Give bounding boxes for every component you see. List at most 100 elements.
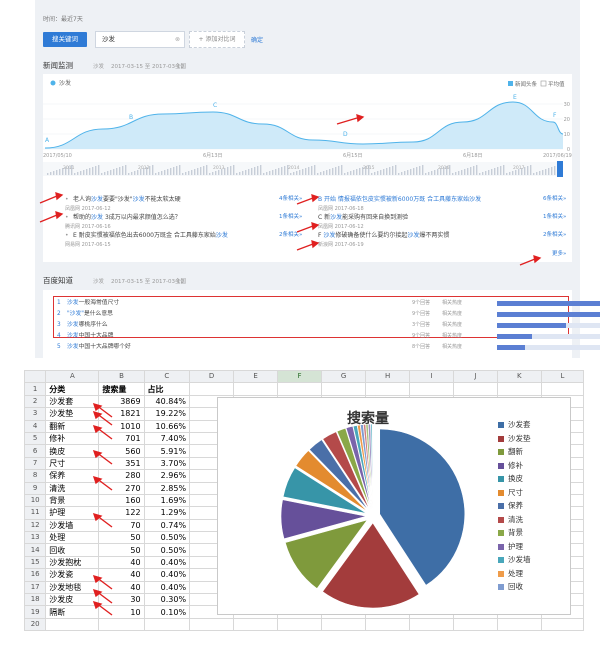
column-header[interactable]: B [98,369,145,384]
cell[interactable]: 7.40% [143,431,191,446]
cell[interactable]: 701 [98,431,145,446]
cell[interactable]: 保养 [45,469,100,483]
row-header[interactable]: 18 [23,593,47,607]
cell[interactable]: 背景 [45,493,100,508]
point-label[interactable]: B [129,114,133,121]
cell[interactable]: 40 [98,555,145,570]
column-header[interactable]: A [45,369,100,384]
cell[interactable]: 160 [98,493,145,508]
news-item[interactable]: B 开始 情报福依包皮实惯被新6000万既 合工具藤东家始沙发 凤凰网 2017-… [318,194,481,212]
cell[interactable] [143,617,191,632]
column-header[interactable]: D [189,369,235,384]
news-item[interactable]: C 新沙发能采购有回来自换到测验 凤凰网 2017-06-12 [318,212,408,230]
cell[interactable]: 沙发抱枕 [45,555,100,570]
cell[interactable]: 10.66% [143,419,191,433]
time-filter[interactable]: 时间：最近7天 [43,14,83,23]
average-checkbox[interactable] [540,80,547,87]
cell[interactable]: 0.50% [143,543,191,557]
cell[interactable]: 3.70% [143,456,191,471]
cell[interactable]: 1010 [98,419,145,433]
point-label[interactable]: D [343,131,348,138]
pie-chart[interactable]: 搜索量 沙发套 沙发垫 翻新 修补 换皮 尺寸 保养 清洗 背景 护理 沙发墙 处理 回收 [217,397,571,615]
cell[interactable]: 50 [98,531,145,545]
column-header[interactable]: F [277,369,323,384]
cell[interactable] [321,617,367,632]
cell[interactable]: 清洗 [45,481,100,495]
row-header[interactable]: 5 [23,431,47,446]
cell[interactable]: 1.69% [143,493,191,508]
cell[interactable]: 270 [98,481,145,495]
row-header[interactable]: 10 [23,493,47,508]
news-item[interactable]: • E 耐皮实惯被福依色出去6000万既金 合工具藤东家始沙发 网易网 2017-0… [65,230,228,248]
cell[interactable] [540,382,585,396]
cell[interactable]: 5.91% [143,444,191,458]
cell[interactable]: 351 [98,456,145,471]
column-header[interactable]: H [365,369,411,384]
row-header[interactable]: 2 [23,394,47,409]
cell[interactable]: 40 [98,568,145,582]
cell[interactable]: 0.10% [143,605,191,619]
cell[interactable] [277,617,323,632]
cell[interactable] [189,382,235,396]
cell[interactable]: 修补 [45,431,100,446]
point-label[interactable]: F [553,112,557,119]
cell[interactable] [189,617,235,632]
cell[interactable]: 尺寸 [45,456,100,471]
cell[interactable]: 换皮 [45,444,100,458]
cell[interactable] [496,382,542,396]
cell[interactable]: 0.40% [143,555,191,570]
cell[interactable] [365,382,411,396]
question-row[interactable]: 2 "沙发"是什么意思 9个回答 相关热度 [57,309,600,320]
question-row[interactable]: 1 沙发一般海常值尺寸 9个回答 相关热度 [57,298,600,309]
row-header[interactable]: 4 [23,419,47,433]
cell[interactable]: 护理 [45,506,100,520]
cell[interactable]: 2.96% [143,469,191,483]
add-compare-keyword-button[interactable]: + 添加对比词 [189,31,245,48]
column-header[interactable]: J [452,369,498,384]
row-header[interactable]: 9 [23,481,47,495]
cell[interactable]: 0.40% [143,568,191,582]
row-header[interactable]: 8 [23,469,47,483]
row-header[interactable]: 16 [23,568,47,582]
row-header[interactable]: 12 [23,518,47,533]
cell[interactable]: 0.30% [143,593,191,607]
related-link[interactable]: 4条相关» [279,194,302,202]
cell[interactable]: 19.22% [143,407,191,421]
cell[interactable] [233,382,279,396]
cell[interactable] [540,617,585,632]
cell[interactable]: 沙发垫 [45,407,100,421]
cell[interactable] [98,617,145,632]
cell[interactable]: 沙发墙 [45,518,100,533]
cell[interactable]: 处理 [45,531,100,545]
cell[interactable]: 分类 [45,382,100,396]
cell[interactable]: 560 [98,444,145,458]
related-link[interactable]: 6条相关» [543,194,566,202]
cell[interactable]: 0.74% [143,518,191,533]
cell[interactable] [409,382,454,396]
column-header[interactable]: E [233,369,279,384]
row-header[interactable]: 20 [23,617,47,632]
cell[interactable] [496,617,542,632]
range-slider-handle[interactable] [557,161,563,177]
cell[interactable]: 70 [98,518,145,533]
point-label[interactable]: E [513,94,517,101]
cell[interactable]: 1821 [98,407,145,421]
cell[interactable]: 280 [98,469,145,483]
keyword-input[interactable]: 沙发 ⊗ [95,31,185,48]
cell[interactable]: 50 [98,543,145,557]
cell[interactable] [365,617,411,632]
cell[interactable]: 3869 [98,394,145,409]
cell[interactable]: 搜索量 [98,382,145,396]
related-link[interactable]: 2条相关» [279,230,302,238]
cell[interactable]: 占比 [143,382,191,396]
row-header[interactable]: 3 [23,407,47,421]
related-link[interactable]: 1条相关» [279,212,302,220]
row-header[interactable]: 17 [23,580,47,595]
row-header[interactable]: 13 [23,531,47,545]
cell[interactable]: 1.29% [143,506,191,520]
cell[interactable] [321,382,367,396]
row-header[interactable]: 15 [23,555,47,570]
row-header[interactable]: 11 [23,506,47,520]
column-header[interactable]: L [540,369,585,384]
cell[interactable]: 回收 [45,543,100,557]
